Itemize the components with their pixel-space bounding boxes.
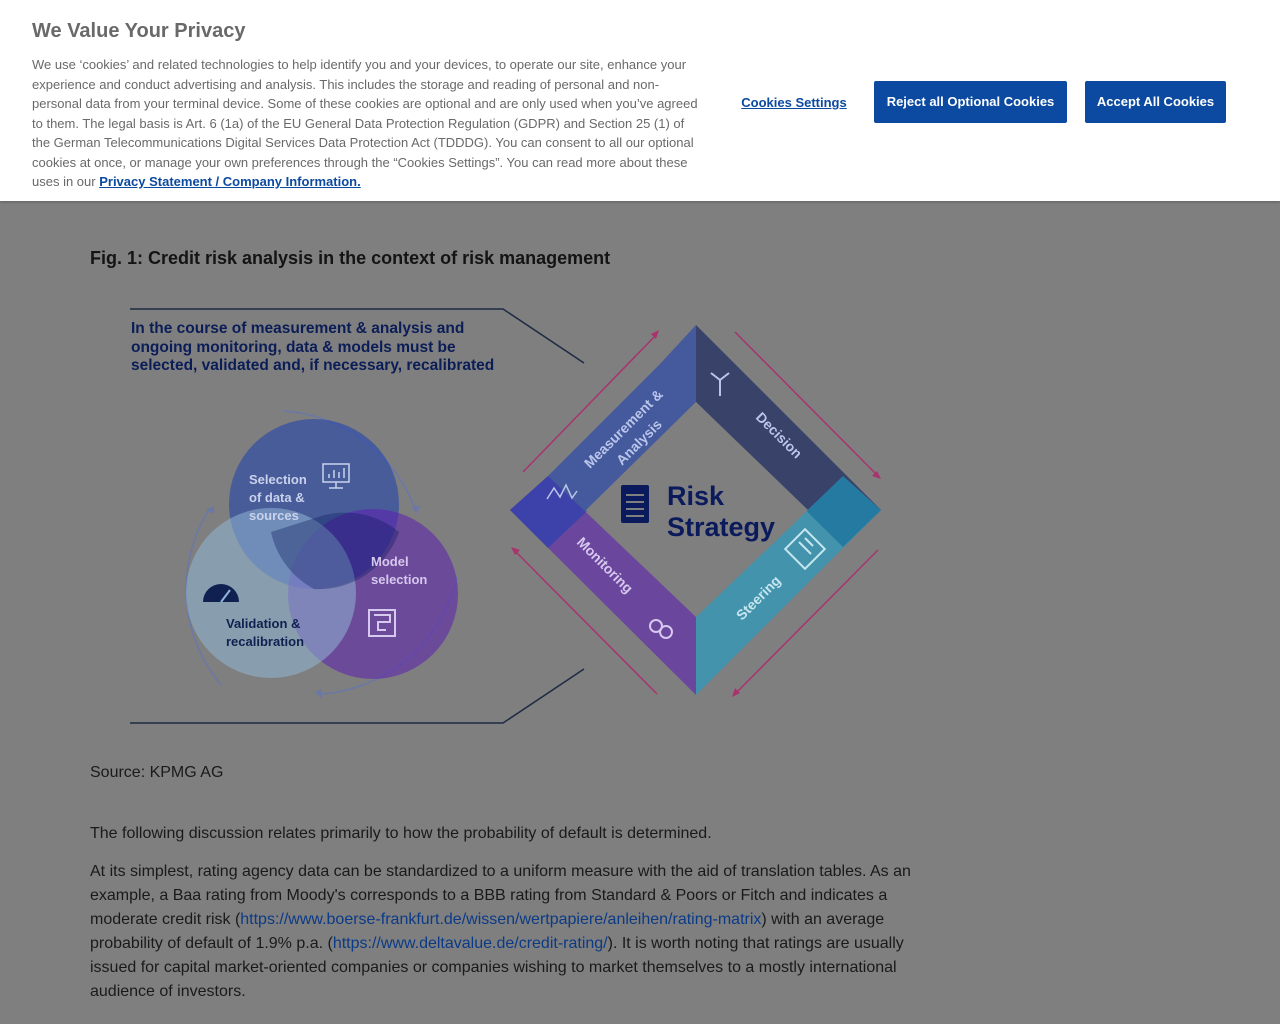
privacy-statement-link[interactable]: Privacy Statement / Company Information.: [99, 174, 361, 189]
paragraph-rating-agency: At its simplest, rating agency data can …: [90, 860, 920, 1004]
document-icon: [621, 485, 649, 523]
risk-strategy-line-2: Strategy: [667, 512, 775, 542]
venn-selection-line-2: of data &: [249, 490, 305, 505]
cookie-description-text: We use ‘cookies’ and related technologie…: [32, 57, 698, 189]
venn-model-line-2: selection: [371, 572, 427, 587]
venn-selection-line-1: Selection: [249, 472, 307, 487]
cookie-banner: We Value Your Privacy We use ‘cookies’ a…: [0, 0, 1280, 201]
accept-all-cookies-button[interactable]: Accept All Cookies: [1085, 81, 1226, 123]
venn-validation-line-2: recalibration: [226, 634, 304, 649]
cookies-settings-button[interactable]: Cookies Settings: [731, 92, 857, 114]
reject-optional-cookies-button[interactable]: Reject all Optional Cookies: [874, 81, 1067, 123]
risk-strategy-line-1: Risk: [667, 481, 725, 511]
callout-line-2: ongoing monitoring, data & models must b…: [131, 339, 456, 356]
venn-selection-line-3: sources: [249, 508, 299, 523]
cookie-banner-title: We Value Your Privacy: [32, 20, 246, 42]
figure-title: Fig. 1: Credit risk analysis in the cont…: [90, 248, 611, 268]
credit-rating-link[interactable]: https://www.deltavalue.de/credit-rating/: [333, 935, 608, 952]
rating-matrix-link[interactable]: https://www.boerse-frankfurt.de/wissen/w…: [240, 911, 761, 928]
cookie-banner-description: We use ‘cookies’ and related technologie…: [32, 55, 704, 192]
figure-graphic: In the course of measurement & analysis …: [110, 292, 910, 742]
callout-line-1: In the course of measurement & analysis …: [131, 320, 464, 337]
figure-source: Source: KPMG AG: [90, 764, 224, 781]
credit-risk-figure: In the course of measurement & analysis …: [110, 292, 910, 742]
venn-validation-line-1: Validation &: [226, 616, 300, 631]
venn-model-line-1: Model: [371, 554, 409, 569]
callout-line-3: selected, validated and, if necessary, r…: [131, 357, 494, 374]
paragraph-pd-intro: The following discussion relates primari…: [90, 825, 712, 842]
